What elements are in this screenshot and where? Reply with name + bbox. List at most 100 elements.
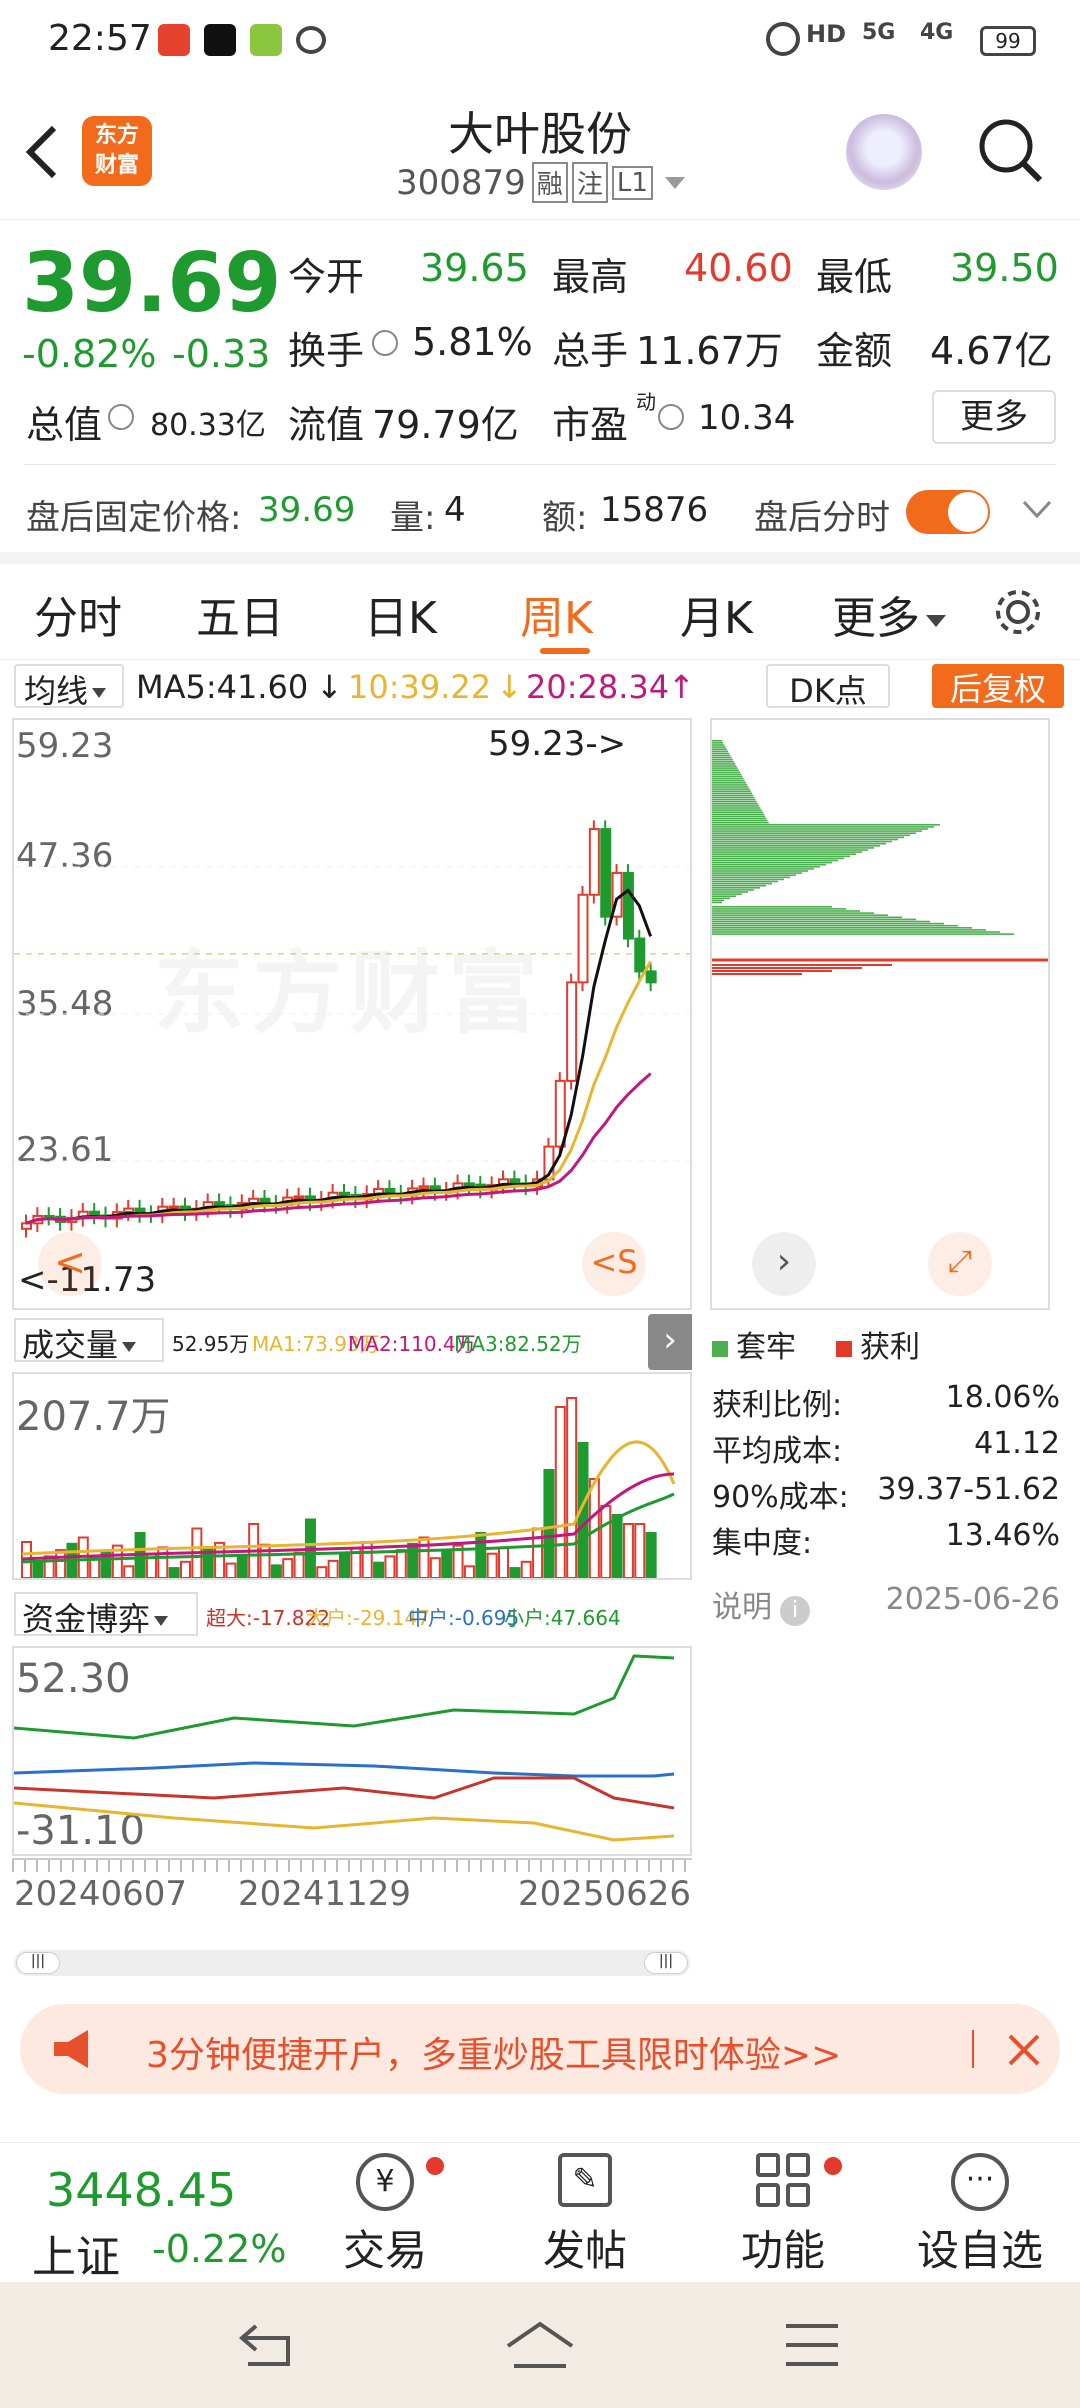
volume-label: 总手 <box>552 329 629 373</box>
float-value: 79.79亿 <box>372 403 519 447</box>
after-price-value: 39.69 <box>258 490 356 530</box>
candle <box>600 828 612 918</box>
chip-bar <box>712 895 736 897</box>
volume-bar <box>157 1546 169 1578</box>
badge-margin: 融 <box>531 162 568 203</box>
tab-more[interactable]: 更多 <box>832 582 946 646</box>
chip-bar <box>712 775 743 778</box>
tab-intraday[interactable]: 分时 <box>34 582 122 646</box>
tab-monthly-k[interactable]: 月K <box>680 582 753 646</box>
chevron-down-icon <box>664 176 685 189</box>
stock-code-row[interactable]: 300879 融 注 L1 <box>396 162 685 203</box>
chip-distribution[interactable]: › ⤢ <box>710 718 1050 1310</box>
info-icon[interactable] <box>372 330 398 356</box>
menu-nav-icon[interactable] <box>784 2320 840 2370</box>
volume-bar <box>282 1558 294 1578</box>
add-watchlist-button[interactable]: ··· 设自选 <box>912 2153 1048 2283</box>
turnover-label: 换手 <box>288 329 365 373</box>
date-label: 20241129 <box>238 1874 412 1914</box>
chevron-right-icon[interactable]: › <box>648 1314 692 1370</box>
chip-note[interactable]: 说明 i <box>712 1582 810 1626</box>
fund-mid: 中户:-0.695 <box>408 1606 520 1630</box>
amount-label: 金额 <box>816 329 893 373</box>
fund-selector[interactable]: 资金博弈 <box>14 1592 198 1638</box>
open-label: 今开 <box>288 255 365 299</box>
range-handle-left[interactable]: ||| <box>16 1952 60 1974</box>
post-button[interactable]: ✎ 发帖 <box>530 2153 640 2283</box>
chip-bar <box>712 777 744 780</box>
tab-daily-k[interactable]: 日K <box>364 582 437 646</box>
chip-bar <box>712 912 874 914</box>
adjust-button[interactable]: 后复权 <box>932 664 1064 708</box>
chip-bar <box>712 836 904 839</box>
volume-bar <box>339 1553 350 1578</box>
chip-stat-label: 集中度: <box>712 1526 813 1561</box>
dk-point-button[interactable]: DK点 <box>766 664 890 710</box>
candle <box>554 1079 566 1148</box>
volume-bar <box>509 1567 521 1578</box>
home-nav-icon[interactable] <box>504 2318 576 2372</box>
chip-bar <box>712 853 856 855</box>
chevron-down-icon <box>122 1342 137 1352</box>
tiktok-icon <box>204 24 236 56</box>
vol-ma3: MA3:82.52万 <box>454 1332 582 1356</box>
chevron-down-icon[interactable] <box>1020 498 1054 522</box>
sell-signal-icon[interactable]: <S <box>582 1232 646 1296</box>
promo-banner[interactable]: 3分钟便捷开户，多重炒股工具限时体验>> <box>20 2004 1060 2094</box>
volume-chart[interactable]: 207.7万 <box>12 1372 692 1580</box>
prev-icon[interactable]: < <box>38 1232 102 1296</box>
chevron-right-icon[interactable]: › <box>752 1232 816 1296</box>
volume-bar <box>32 1561 44 1578</box>
app-icon-3 <box>250 24 282 56</box>
chip-bar-profit <box>712 970 832 972</box>
volume-bar <box>441 1550 453 1578</box>
candle <box>509 1178 521 1185</box>
change-abs: -0.33 <box>172 332 271 376</box>
chip-bar <box>712 933 1014 935</box>
range-scrollbar[interactable]: ||| ||| <box>14 1950 690 1976</box>
after-hours-toggle[interactable] <box>906 490 990 534</box>
chip-bar <box>712 786 749 788</box>
volume-bar <box>600 1505 612 1578</box>
chip-bar <box>712 889 754 891</box>
info-icon[interactable] <box>108 404 134 430</box>
chip-bar <box>712 773 742 776</box>
ma-selector[interactable]: 均线 <box>14 664 124 710</box>
volume-bar <box>123 1565 135 1578</box>
chip-bar <box>712 790 751 792</box>
tab-five-day[interactable]: 五日 <box>196 582 284 646</box>
volume-bar <box>520 1560 532 1578</box>
back-nav-icon[interactable] <box>238 2322 298 2370</box>
robot-avatar[interactable] <box>846 114 922 190</box>
info-icon[interactable] <box>658 404 684 430</box>
range-handle-right[interactable]: ||| <box>644 1952 688 1974</box>
expand-icon[interactable]: ⤢ <box>928 1232 992 1296</box>
more-button[interactable]: 更多 <box>932 390 1056 444</box>
chip-bar <box>712 805 760 807</box>
kline-chart[interactable]: 东方财富 59.23 47.36 35.48 23.61 59.23-> <-1… <box>12 718 692 1310</box>
volume-bar <box>566 1397 578 1578</box>
chip-bar <box>712 861 832 864</box>
float-label: 流值 <box>288 403 365 447</box>
fund-chart[interactable]: 52.30 -31.10 <box>12 1646 692 1856</box>
chip-bar <box>712 771 740 774</box>
search-icon[interactable] <box>976 116 1046 186</box>
chip-bar <box>712 931 1000 933</box>
volume-bar <box>180 1560 191 1578</box>
gear-icon[interactable] <box>990 584 1046 640</box>
chip-bar <box>712 800 757 803</box>
close-icon[interactable] <box>1006 2032 1042 2068</box>
chip-bar <box>712 796 755 799</box>
legend-profit: 获利 <box>836 1322 920 1366</box>
turnover-value: 5.81% <box>412 320 533 364</box>
volume-selector[interactable]: 成交量 <box>14 1318 164 1364</box>
open-value: 39.65 <box>420 246 529 290</box>
function-button[interactable]: 功能 <box>728 2153 842 2283</box>
tab-weekly-k[interactable]: 周K <box>520 582 593 646</box>
arrow-up-icon: ↑ <box>668 668 695 706</box>
candle <box>339 1191 350 1196</box>
chip-bar <box>712 763 736 765</box>
candle <box>645 970 657 984</box>
fund-big-line <box>14 1801 675 1842</box>
trade-button[interactable]: ¥ 交易 <box>330 2153 444 2283</box>
